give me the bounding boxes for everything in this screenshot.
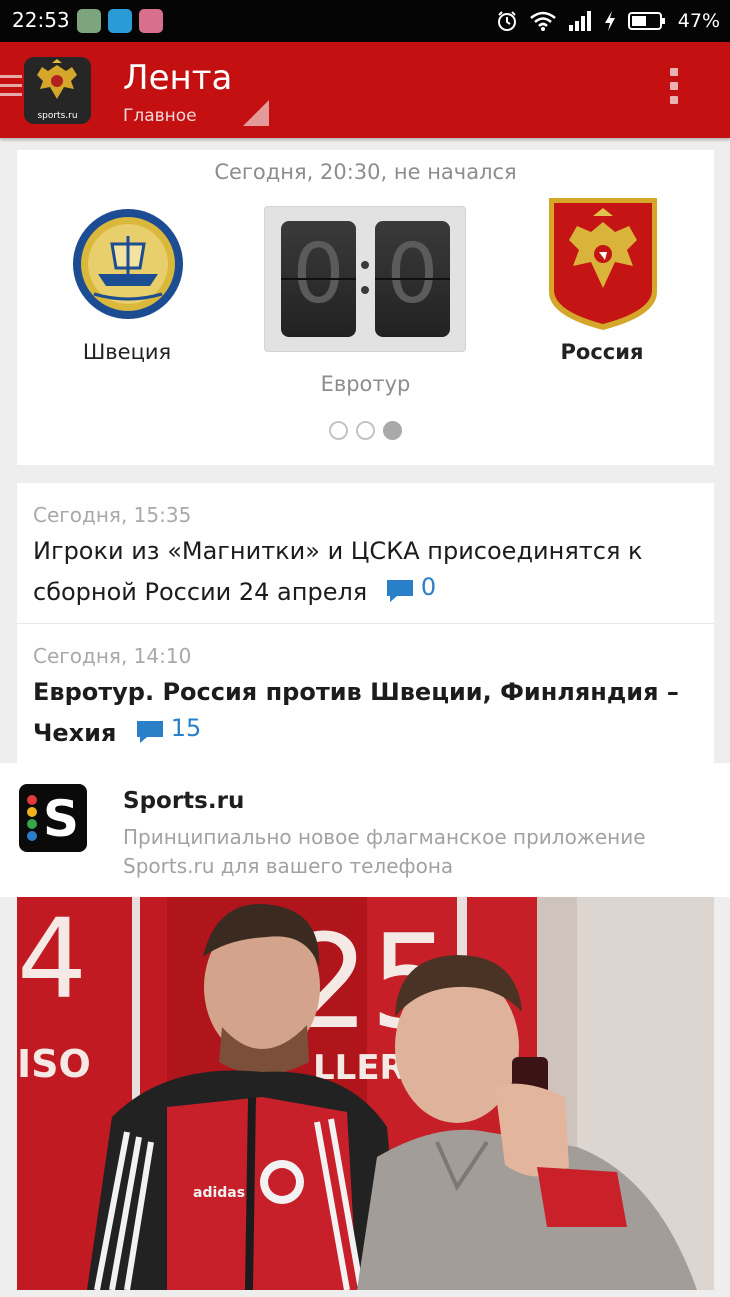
- news-photo[interactable]: 4 25 ISO LLER adidas: [17, 897, 714, 1290]
- home-team-name: Швеция: [82, 340, 172, 364]
- news-list: Сегодня, 15:35 Игроки из «Магнитки» и ЦС…: [17, 483, 714, 763]
- status-time: 22:53: [12, 8, 70, 32]
- promo-banner[interactable]: S Sports.ru Принципиально новое флагманс…: [0, 763, 730, 897]
- comment-count[interactable]: 15: [135, 710, 202, 746]
- news-item[interactable]: Сегодня, 14:10 Евротур. Россия против Шв…: [17, 623, 714, 763]
- notif-app-pink-icon: [139, 9, 163, 33]
- notif-app-green-icon: [77, 9, 101, 33]
- svg-text:S: S: [43, 790, 79, 848]
- news-title[interactable]: Евротур. Россия против Швеции, Финляндия…: [33, 674, 698, 751]
- page-title: Лента: [123, 58, 233, 98]
- russia-crest-icon: [549, 198, 657, 330]
- score-panel: 0 0: [264, 206, 466, 352]
- promo-title: Sports.ru: [123, 788, 245, 814]
- match-pager[interactable]: [329, 421, 402, 440]
- comment-count-value: 0: [420, 573, 437, 601]
- home-score-tile: 0: [281, 221, 356, 337]
- news-title-text: Игроки из «Магнитки» и ЦСКА присоединятс…: [33, 537, 643, 606]
- match-card[interactable]: Сегодня, 20:30, не начался Швеция 0 0 Ро…: [17, 150, 714, 465]
- comment-bubble-icon: [386, 580, 413, 602]
- charging-icon: [604, 11, 615, 31]
- promo-description: Принципиально новое флагманское приложен…: [123, 825, 646, 878]
- comment-count-value: 15: [170, 714, 202, 742]
- away-score-tile: 0: [375, 221, 450, 337]
- match-meta: Сегодня, 20:30, не начался: [214, 160, 517, 184]
- comment-count[interactable]: 0: [385, 569, 436, 605]
- wifi-icon: [529, 11, 556, 31]
- sweden-crest-icon: [73, 209, 183, 319]
- away-score: 0: [386, 227, 439, 322]
- pager-dot[interactable]: [356, 421, 375, 440]
- notif-app-blue-icon: [108, 9, 132, 33]
- players-photo-image: 4 25 ISO LLER adidas: [17, 897, 714, 1290]
- tournament-name: Евротур: [320, 372, 411, 396]
- locker-name-left: ISO: [17, 1042, 91, 1086]
- battery-percent: 47%: [677, 10, 720, 32]
- news-time: Сегодня, 15:35: [33, 503, 192, 527]
- app-logo-caption: sports.ru: [37, 111, 78, 121]
- app-logo[interactable]: sports.ru: [24, 57, 91, 124]
- home-score: 0: [292, 227, 345, 322]
- away-team-name: Россия: [560, 340, 644, 364]
- news-time: Сегодня, 14:10: [33, 644, 192, 668]
- news-item[interactable]: Сегодня, 15:35 Игроки из «Магнитки» и ЦС…: [17, 483, 714, 623]
- locker-number-left: 4: [17, 897, 87, 1023]
- sports-ru-app-icon: S: [19, 784, 87, 852]
- comment-bubble-icon: [136, 721, 163, 743]
- pager-dot[interactable]: [329, 421, 348, 440]
- crest-icon: [37, 59, 77, 99]
- dropdown-triangle-icon[interactable]: [243, 100, 269, 126]
- alarm-icon: [497, 11, 516, 31]
- status-bar: 22:53 47%: [0, 0, 730, 42]
- news-title[interactable]: Игроки из «Магнитки» и ЦСКА присоединятс…: [33, 533, 698, 610]
- section-selector[interactable]: Главное: [123, 106, 197, 126]
- signal-icon: [568, 11, 591, 31]
- jacket-brand-text: adidas: [193, 1185, 245, 1201]
- app-bar: sports.ru Лента Главное: [0, 42, 730, 138]
- news-title-text: Евротур. Россия против Швеции, Финляндия…: [33, 678, 679, 747]
- pager-dot-active[interactable]: [383, 421, 402, 440]
- menu-icon[interactable]: [0, 75, 22, 102]
- overflow-menu-icon[interactable]: [664, 68, 684, 114]
- battery-icon: [627, 12, 665, 30]
